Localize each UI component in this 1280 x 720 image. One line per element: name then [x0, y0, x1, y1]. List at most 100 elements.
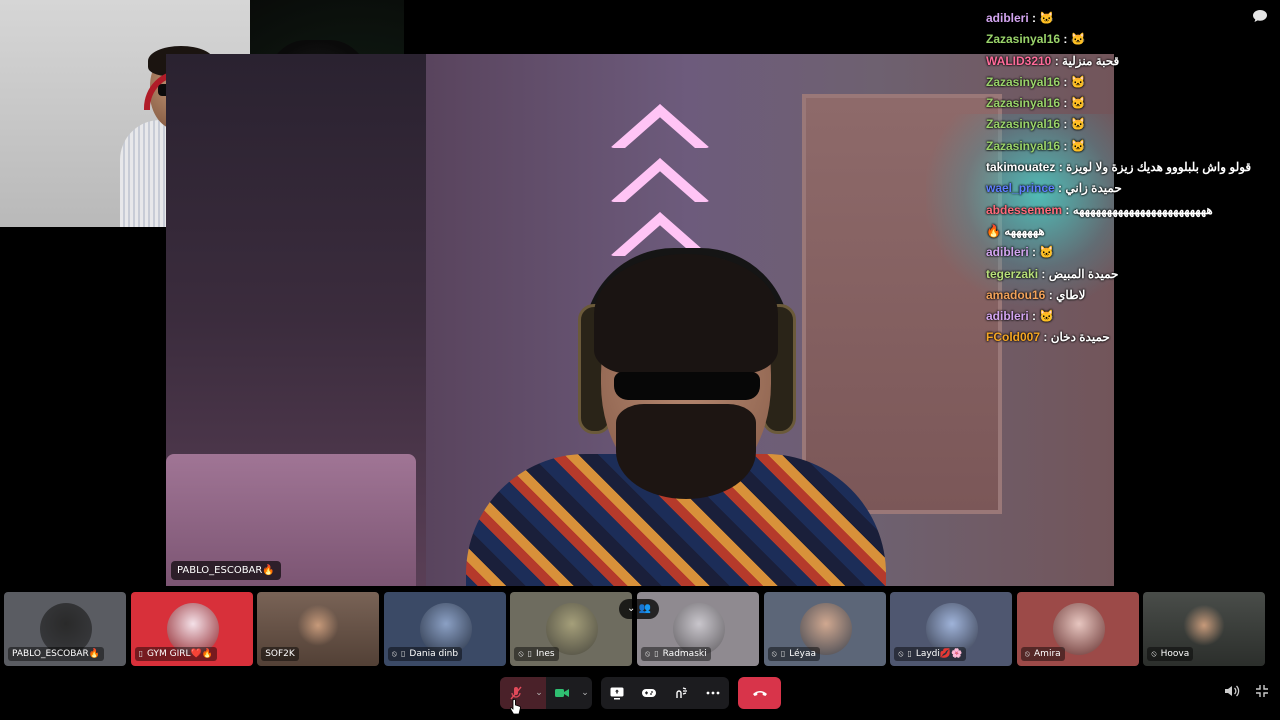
gamepad-icon[interactable] [633, 677, 665, 709]
chat-message: abdessemem : ههههههههههههههههههههههههه [986, 200, 1246, 221]
chat-username[interactable]: adibleri [986, 11, 1029, 25]
chat-text: 🐱 [1070, 138, 1086, 153]
chat-separator: : [1060, 32, 1071, 47]
activity-controls [601, 677, 729, 709]
chat-username[interactable]: amadou16 [986, 288, 1045, 302]
chat-text: قحبة منزلية [1062, 53, 1120, 68]
chat-message: Zazasinyal16 : 🐱 [986, 72, 1246, 93]
chat-username[interactable]: FCold007 [986, 330, 1040, 344]
participant-label: ▯ GYM GIRL❤️🔥 [134, 647, 217, 661]
mic-muted-icon: ⦸ [898, 649, 904, 658]
chat-message: adibleri : 🐱 [986, 306, 1246, 327]
participant-tile[interactable]: ⦸ ▯ Ines [510, 592, 633, 666]
chat-message: takimouatez : قولو واش بلبلووو هديك زيزة… [986, 157, 1251, 178]
participant-tile[interactable]: ▯ GYM GIRL❤️🔥 [130, 592, 253, 666]
mic-muted-icon: ⦸ [771, 649, 777, 658]
chat-text: 🐱 [1070, 117, 1086, 132]
chat-separator: : [1062, 202, 1073, 217]
participant-name: Radmaski [662, 649, 707, 659]
participant-name: Dania dinb [409, 649, 459, 659]
chat-text: ههههههههههههههههههههههههه [1072, 202, 1213, 217]
mic-muted-icon: ⦸ [391, 649, 398, 658]
chat-separator: : [1060, 138, 1071, 153]
chat-message: adibleri : 🐱 [986, 8, 1246, 29]
chat-separator: : [1051, 53, 1063, 68]
chat-username[interactable]: Zazasinyal16 [986, 139, 1060, 153]
chat-username[interactable]: adibleri [986, 245, 1029, 259]
participant-tile[interactable]: PABLO_ESCOBAR🔥 [4, 592, 126, 666]
participant-label: ⦸ Amira [1020, 647, 1065, 661]
chat-username[interactable]: Zazasinyal16 [986, 117, 1060, 131]
chat-username[interactable]: adibleri [986, 309, 1029, 323]
screen-share-icon[interactable] [601, 677, 633, 709]
participant-label: ⦸ ▯ Radmaski [641, 647, 711, 661]
chat-username[interactable]: tegerzaki [986, 267, 1038, 281]
soundboard-icon[interactable] [665, 677, 697, 709]
participant-name: Hoova [1160, 649, 1190, 659]
participant-label: ⦸ Hoova [1147, 647, 1194, 661]
chat-text: حميدة دخان [1050, 330, 1110, 345]
participant-name: SOF2K [265, 649, 295, 659]
chat-separator: : [1038, 266, 1049, 281]
chat-separator: : [1028, 245, 1040, 260]
minimize-icon[interactable] [1253, 684, 1271, 702]
participant-label: ⦸ ▯ Dania dinb [387, 647, 463, 661]
participant-tile[interactable]: ⦸ ▯ Dania dinb [383, 592, 506, 666]
end-call-button[interactable] [738, 677, 781, 709]
participant-name: PABLO_ESCOBAR🔥 [12, 649, 101, 659]
chat-separator: : [1028, 11, 1040, 25]
chat-message: 🔥 ههههههه [986, 221, 1246, 242]
volume-icon[interactable] [1223, 684, 1241, 702]
main-stream-video[interactable] [166, 54, 1114, 586]
phone-icon: ▯ [654, 649, 659, 658]
chat-text: 🔥 ههههههه [986, 223, 1045, 238]
chat-username[interactable]: Zazasinyal16 [986, 96, 1060, 110]
chat-text: 🐱 [1070, 32, 1086, 47]
mic-options-chevron-icon[interactable]: ⌄ [532, 677, 546, 709]
participant-name: Laydi💋🌸 [915, 649, 963, 659]
phone-icon: ▯ [401, 649, 406, 658]
participants-toggle[interactable]: ⌄ 👥 [619, 599, 659, 619]
streamer [466, 248, 886, 586]
chat-separator: : [1028, 309, 1040, 324]
mic-muted-icon: ⦸ [645, 649, 651, 658]
participant-label: SOF2K [261, 647, 299, 661]
mic-muted-icon: ⦸ [1151, 649, 1157, 658]
chat-text: 🐱 [1039, 245, 1055, 260]
participant-tile[interactable]: SOF2K [257, 592, 380, 666]
phone-hangup-icon [752, 691, 767, 696]
participant-name: Léyaa [789, 649, 816, 659]
chat-text: قولو واش بلبلووو هديك زيزة ولا لويزة [1066, 160, 1252, 175]
chat-separator: : [1045, 287, 1057, 302]
chat-separator: : [1060, 117, 1071, 132]
participant-tile[interactable]: ⦸ Amira [1016, 592, 1139, 666]
chat-text: 🐱 [1070, 74, 1086, 89]
phone-icon: ▯ [138, 649, 143, 658]
chat-separator: : [1060, 96, 1071, 111]
mic-muted-icon: ⦸ [1024, 649, 1031, 658]
phone-icon: ▯ [780, 649, 786, 658]
chat-username[interactable]: abdessemem [986, 203, 1062, 217]
chat-username[interactable]: wael_prince [986, 181, 1055, 195]
chat-username[interactable]: WALID3210 [986, 54, 1051, 68]
chat-separator: : [1060, 74, 1071, 89]
participant-name: Amira [1034, 649, 1061, 659]
chat-username[interactable]: Zazasinyal16 [986, 32, 1060, 46]
chat-message: wael_prince : حميدة زاني [986, 178, 1246, 199]
chat-text: 🐱 [1039, 11, 1055, 25]
camera-options-chevron-icon[interactable]: ⌄ [578, 677, 592, 709]
chat-username[interactable]: takimouatez [986, 160, 1055, 174]
chat-message: Zazasinyal16 : 🐱 [986, 93, 1246, 114]
chat-message: tegerzaki : حميدة المبيض [986, 264, 1246, 285]
more-icon[interactable] [697, 677, 729, 709]
chat-message: amadou16 : لاطاي [986, 285, 1246, 306]
camera-icon[interactable] [546, 677, 578, 709]
chat-text: 🐱 [1070, 96, 1086, 111]
chat-bubble-icon[interactable] [1252, 9, 1268, 23]
chat-separator: : [1055, 160, 1067, 175]
participant-tile[interactable]: ⦸ Hoova [1143, 592, 1266, 666]
chat-username[interactable]: Zazasinyal16 [986, 75, 1060, 89]
participant-label: PABLO_ESCOBAR🔥 [8, 647, 105, 661]
participant-tile[interactable]: ⦸ ▯ Léyaa [763, 592, 886, 666]
participant-tile[interactable]: ⦸ ▯ Laydi💋🌸 [890, 592, 1013, 666]
